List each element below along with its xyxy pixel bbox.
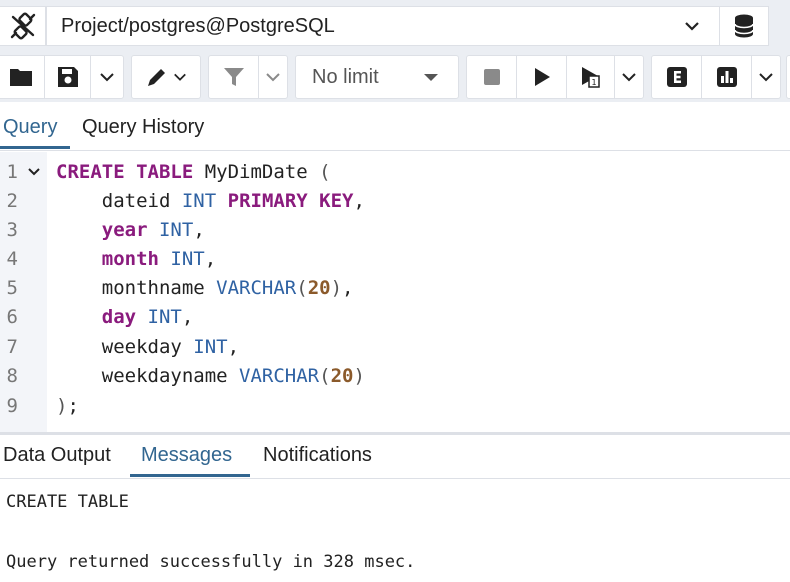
code-line: 6 day INT, — [0, 303, 790, 332]
database-button[interactable] — [719, 6, 769, 46]
line-number: 6 — [6, 306, 18, 328]
database-icon — [734, 14, 754, 38]
svg-text:1: 1 — [591, 78, 596, 87]
code-text: weekday INT, — [56, 336, 240, 358]
tab-notifications[interactable]: Notifications — [263, 444, 372, 467]
result-tabs: Data Output Messages Notifications — [0, 435, 790, 479]
active-result-tab-indicator — [130, 474, 250, 477]
connection-select[interactable]: Project/postgres@PostgreSQL — [46, 6, 720, 46]
edit-group — [131, 55, 201, 99]
play-script-icon: 1 — [581, 67, 600, 88]
chevron-down-icon — [685, 22, 699, 31]
chevron-down-icon — [174, 73, 186, 81]
fold-chevron-icon[interactable] — [27, 158, 41, 187]
explain-icon — [666, 67, 687, 87]
code-text: dateid INT PRIMARY KEY, — [56, 190, 365, 212]
execute-button[interactable] — [517, 56, 567, 98]
explain-options-button[interactable] — [752, 56, 780, 98]
execute-script-button[interactable]: 1 — [567, 56, 615, 98]
message-line: Query returned successfully in 328 msec. — [6, 552, 416, 572]
connection-status-button[interactable] — [0, 6, 46, 46]
query-tabs: Query Query History — [0, 102, 790, 151]
code-text: year INT, — [101, 219, 205, 241]
folder-icon — [9, 69, 32, 86]
edit-button[interactable] — [132, 56, 200, 98]
code-text: weekdayname VARCHAR(20) — [56, 365, 365, 387]
execute-options-button[interactable] — [615, 56, 643, 98]
stop-icon — [483, 69, 500, 85]
filter-group — [208, 55, 288, 99]
message-line: CREATE TABLE — [6, 492, 129, 512]
play-icon — [534, 68, 550, 86]
save-button[interactable] — [45, 56, 91, 98]
chevron-down-icon — [759, 73, 773, 82]
code-line: 9 ); — [0, 392, 790, 421]
caret-down-icon — [424, 73, 438, 81]
code-line: 7 weekday INT, — [0, 333, 790, 362]
stop-button[interactable] — [467, 56, 517, 98]
code-line: 1 CREATE TABLE MyDimDate ( — [0, 158, 790, 187]
sql-editor[interactable]: 1 CREATE TABLE MyDimDate ( 2 dateid INT … — [0, 152, 790, 432]
code-line: 5 monthname VARCHAR(20), — [0, 274, 790, 303]
code-line: 4 month INT, — [0, 245, 790, 274]
line-number: 3 — [6, 219, 18, 241]
code-line: 8 weekdayname VARCHAR(20) — [0, 362, 790, 391]
line-number: 8 — [6, 365, 18, 387]
query-toolbar: No limit 1 — [0, 52, 790, 102]
connection-label: Project/postgres@PostgreSQL — [61, 14, 335, 37]
pencil-icon — [148, 69, 165, 86]
filter-button[interactable] — [209, 56, 259, 98]
line-number: 5 — [6, 277, 18, 299]
bar-chart-icon — [716, 67, 737, 87]
execute-group: 1 — [466, 55, 644, 99]
save-icon — [57, 67, 78, 87]
explain-button[interactable] — [652, 56, 702, 98]
row-limit-label: No limit — [312, 65, 379, 88]
disconnected-plug-icon — [10, 12, 35, 40]
row-limit-select[interactable]: No limit — [295, 55, 459, 99]
line-number: 2 — [6, 190, 18, 212]
code-line: 3 year INT, — [0, 216, 790, 245]
filter-icon — [223, 68, 244, 86]
filter-options-button[interactable] — [259, 56, 287, 98]
connection-bar: Project/postgres@PostgreSQL — [0, 0, 790, 52]
active-tab-indicator — [0, 146, 70, 149]
line-number: 7 — [6, 336, 18, 358]
code-text: month INT, — [101, 248, 217, 270]
chevron-down-icon — [100, 73, 114, 82]
tab-messages[interactable]: Messages — [141, 444, 232, 467]
line-number: 1 — [6, 161, 18, 183]
chevron-down-icon — [622, 73, 636, 82]
messages-panel: CREATE TABLE Query returned successfully… — [0, 480, 790, 582]
save-options-button[interactable] — [91, 56, 123, 98]
open-file-button[interactable] — [0, 56, 45, 98]
explain-analyze-button[interactable] — [702, 56, 752, 98]
chevron-down-icon — [266, 73, 280, 82]
tab-query[interactable]: Query — [3, 116, 57, 139]
code-line: 2 dateid INT PRIMARY KEY, — [0, 187, 790, 216]
tab-query-history[interactable]: Query History — [82, 116, 204, 139]
file-group — [0, 55, 124, 99]
code-text: day INT, — [101, 306, 194, 328]
explain-group — [651, 55, 781, 99]
code-text: CREATE TABLE MyDimDate ( — [56, 161, 331, 183]
more-toolbar-group[interactable] — [786, 55, 790, 99]
line-number: 4 — [6, 248, 18, 270]
tab-data-output[interactable]: Data Output — [3, 444, 111, 467]
code-text: monthname VARCHAR(20), — [56, 277, 354, 299]
line-number: 9 — [6, 395, 18, 417]
code-text: ); — [56, 395, 79, 417]
